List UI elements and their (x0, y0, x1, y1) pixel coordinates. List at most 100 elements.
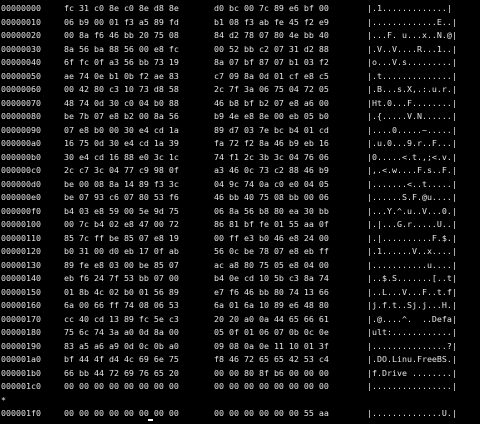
hexdump-row: 00000170 cc 40 cd 13 89 fc 5e c3 20 20 a0 … (1, 313, 479, 327)
offset-text: 00000160 (1, 300, 41, 310)
ascii-column: |......S.F.@u....| (367, 192, 457, 202)
hex-bytes-second: 20 20 a0 0a 44 65 66 61 (214, 313, 329, 324)
hex-bytes-second: 00 00 00 00 00 00 55 aa (214, 408, 329, 418)
ascii-column: |.u.0...9.r..F...| (367, 138, 457, 148)
ascii-column: |.DO.Linu.FreeBS.| (367, 354, 457, 364)
hexdump-row: 000001c0 00 00 00 00 00 00 00 00 00 00 00 … (1, 380, 479, 394)
hexdump-row: 000000e0 be 07 93 c6 07 80 53 f6 46 bb 40 … (1, 191, 479, 205)
hex-bytes-first: 85 7c ff be 85 07 e8 19 (64, 232, 179, 243)
hex-bytes-second: 84 d2 78 07 80 4e bb 40 (214, 30, 329, 40)
offset-text: 000001c0 (1, 381, 41, 391)
hex-bytes-first: 89 fe e8 03 00 be 85 07 (64, 259, 179, 270)
hex-bytes-second: 86 81 bf fe 01 55 aa 0f (214, 219, 329, 229)
ascii-column: |................| (367, 381, 457, 391)
offset-text: * (1, 394, 6, 405)
hexdump-row: 000001f0 00 00 00 00 00 00 00 00 00 00 00 … (1, 407, 479, 421)
offset-text: 000001a0 (1, 354, 41, 364)
offset-text: 00000070 (1, 97, 41, 108)
terminal-window[interactable]: 00000000 fc 31 c0 8e c0 8e d8 8e d0 bc 00 … (1, 2, 479, 422)
hex-bytes-first: be 7b 07 e8 b2 00 8a 56 (64, 111, 179, 121)
offset-text: 000001f0 (1, 408, 41, 418)
ascii-column: |ult:............| (367, 327, 457, 337)
hexdump-row: 000000b0 30 e4 cd 16 88 e0 3c 1c 74 f1 2c … (1, 151, 479, 165)
hexdump-row: 00000130 89 fe e8 03 00 be 85 07 ac a8 80 … (1, 259, 479, 273)
hex-bytes-first: 66 bb 44 72 69 76 65 20 (64, 367, 179, 378)
offset-text: 00000130 (1, 259, 41, 270)
hexdump-row: 000000a0 16 75 0d 30 e4 cd 1a 39 fa 72 f2 … (1, 137, 479, 151)
hexdump-row: 000001a0 bf 44 4f d4 4c 69 6e 75 f8 46 72 … (1, 353, 479, 367)
hexdump-row: 00000070 48 74 0d 30 c0 04 b0 88 46 b8 bf … (1, 97, 479, 111)
offset-text: 000001b0 (1, 367, 41, 378)
hex-bytes-second: 6a 01 6a 10 89 e6 48 80 (214, 300, 329, 310)
ascii-column: |..............U.| (367, 408, 457, 418)
hexdump-row: 00000150 01 8b 4c 02 b0 01 56 89 e7 f6 46 … (1, 286, 479, 300)
hexdump-row: 00000100 00 7c b4 02 e8 47 00 72 86 81 bf … (1, 218, 479, 232)
hexdump-row: 00000200 (1, 421, 479, 423)
ascii-column: |f.Drive ........| (367, 367, 457, 378)
hexdump-row: 00000120 b0 31 00 d0 eb 17 0f ab 56 0c be … (1, 245, 479, 259)
hex-bytes-second: 74 f1 2c 3b 3c 04 76 06 (214, 151, 329, 162)
offset-text: 00000110 (1, 232, 41, 243)
hexdump-row: 00000110 85 7c ff be 85 07 e8 19 00 ff e3 … (1, 232, 479, 246)
offset-text: 00000120 (1, 246, 41, 256)
offset-text: 000000c0 (1, 165, 41, 175)
hex-bytes-second: 00 ff e3 b0 46 e8 24 00 (214, 232, 329, 243)
hexdump-row: 00000020 00 8a f6 46 bb 20 75 08 84 d2 78 … (1, 29, 479, 43)
hex-bytes-first: be 00 08 8a 14 89 f3 3c (64, 178, 179, 189)
offset-text: 00000080 (1, 111, 41, 121)
hexdump-row: * (1, 394, 479, 408)
offset-text: 000000b0 (1, 151, 41, 162)
ascii-column: |.t..............| (367, 70, 457, 81)
hex-bytes-first: 07 e8 b0 00 30 e4 cd 1a (64, 124, 179, 135)
offset-text: 000000f0 (1, 205, 41, 216)
hex-bytes-second: c7 09 8a 0d 01 cf e8 c5 (214, 70, 329, 81)
hex-bytes-second: 04 9c 74 0a c0 e0 04 05 (214, 178, 329, 189)
ascii-column: |j.f.t..Sj.j...H.| (367, 300, 457, 310)
hex-bytes-first: cc 40 cd 13 89 fc 5e c3 (64, 313, 179, 324)
hex-bytes-second: 09 08 0a 0e 11 10 01 3f (214, 340, 329, 351)
hex-bytes-second: 00 00 00 00 00 00 00 00 (214, 381, 329, 391)
hex-bytes-first: be 07 93 c6 07 80 53 f6 (64, 192, 179, 202)
offset-text: 00000100 (1, 219, 41, 229)
hex-bytes-second: 46 bb 40 75 08 bb 00 06 (214, 192, 329, 202)
ascii-column: |.@....^. ..Defa| (367, 313, 457, 324)
hexdump-row: 00000190 83 a5 a6 a9 0d 0c 0b a0 09 08 0a … (1, 340, 479, 354)
offset-text: 00000200 (1, 421, 41, 423)
offset-text: 00000000 (1, 3, 41, 13)
hex-bytes-second: 89 d7 03 7e bc b4 01 cd (214, 124, 329, 135)
ascii-column: |.|...G.r.....U..| (367, 219, 457, 229)
hex-bytes-first: eb f6 24 7f 53 bb 07 00 (64, 273, 179, 283)
hex-bytes-second: 00 00 80 8f b6 00 00 00 (214, 367, 329, 378)
ascii-column: |0.....<.t.,;<.v.| (367, 151, 457, 162)
hex-bytes-second: fa 72 f2 8a 46 b9 eb 16 (214, 138, 329, 148)
ascii-column: |...............?| (367, 340, 457, 351)
offset-text: 00000090 (1, 124, 41, 135)
hex-bytes-second: 06 8a 56 b8 80 ea 30 bb (214, 205, 329, 216)
hex-bytes-first: 00 7c b4 02 e8 47 00 72 (64, 219, 179, 229)
ascii-column: |o...V.s.........| (367, 57, 457, 67)
ascii-column: |.1......V..x....| (367, 246, 457, 256)
hex-bytes-first: fc 31 c0 8e c0 8e d8 8e (64, 3, 179, 13)
hex-bytes-first: 6f fc 0f a3 56 bb 73 19 (64, 57, 179, 67)
hex-bytes-first: 00 00 00 00 00 00 00 00 (64, 408, 179, 418)
hex-bytes-first: ae 74 0e b1 0b f2 ae 83 (64, 70, 179, 81)
hexdump-row: 00000010 06 b9 00 01 f3 a5 89 fd b1 08 f3 … (1, 16, 479, 30)
offset-text: 00000060 (1, 84, 41, 94)
ascii-column: |.V..V....R...1..| (367, 43, 457, 54)
hex-bytes-second: b4 0e cd 10 5b c3 8a 74 (214, 273, 329, 283)
ascii-column: |.|..........F.$.| (367, 232, 457, 243)
hexdump-row: 00000160 6a 00 66 ff 74 08 06 53 6a 01 6a … (1, 299, 479, 313)
hexdump-row: 000000d0 be 00 08 8a 14 89 f3 3c 04 9c 74 … (1, 178, 479, 192)
terminal-cursor (148, 419, 153, 421)
hex-bytes-first: 01 8b 4c 02 b0 01 56 89 (64, 286, 179, 297)
hexdump-row: 00000040 6f fc 0f a3 56 bb 73 19 8a 07 bf … (1, 56, 479, 70)
hex-bytes-first: 83 a5 a6 a9 0d 0c 0b a0 (64, 340, 179, 351)
hexdump-row: 000000f0 b4 03 e8 59 00 5e 9d 75 06 8a 56 … (1, 205, 479, 219)
offset-text: 000000a0 (1, 138, 41, 148)
ascii-column: |.............E..| (367, 16, 457, 27)
hexdump-row: 00000090 07 e8 b0 00 30 e4 cd 1a 89 d7 03 … (1, 124, 479, 138)
hex-bytes-first: b4 03 e8 59 00 5e 9d 75 (64, 205, 179, 216)
ascii-column: |..L...V...F..t.f| (367, 286, 457, 297)
offset-text: 000000d0 (1, 178, 41, 189)
offset-text: 00000170 (1, 313, 41, 324)
